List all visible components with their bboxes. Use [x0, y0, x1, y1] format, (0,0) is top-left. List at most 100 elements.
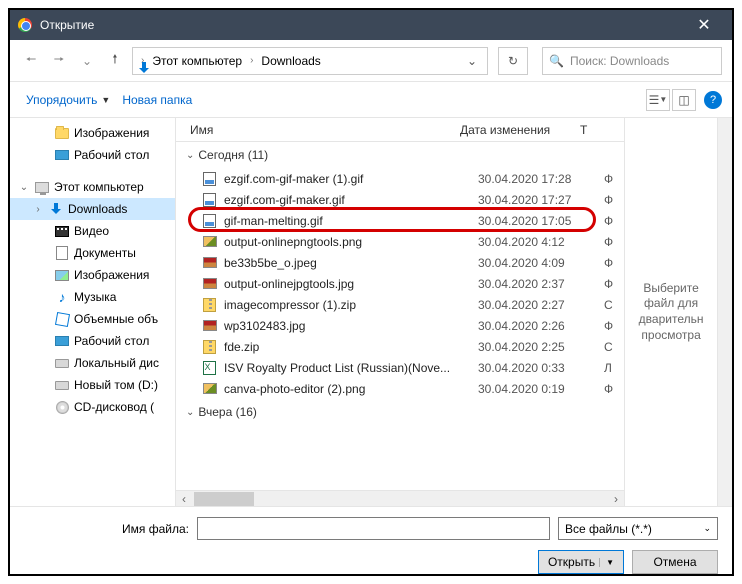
video-icon [54, 223, 70, 239]
file-area: Имя Дата изменения Т ⌄Сегодня (11)ezgif.… [176, 118, 624, 506]
sidebar-item[interactable]: Объемные объ [10, 308, 175, 330]
cancel-button[interactable]: Отмена [632, 550, 718, 574]
back-button[interactable]: 🠔 [20, 50, 42, 72]
sidebar-item[interactable]: ⌄ Этот компьютер [10, 176, 175, 198]
file-type: С [604, 340, 624, 354]
nav-row: 🠔 🠖 ⌄ 🠕 › Этот компьютер › Downloads ⌄ ↻… [10, 40, 732, 82]
file-row[interactable]: imagecompressor (1).zip30.04.2020 2:27С [180, 294, 624, 315]
split-dropdown-icon: ▼ [599, 558, 614, 567]
view-mode-button[interactable]: ☰ ▼ [646, 89, 670, 111]
address-dropdown[interactable]: ⌄ [461, 48, 483, 74]
expand-icon[interactable]: ⌄ [18, 182, 30, 193]
expand-icon[interactable]: › [32, 204, 44, 215]
zip-file-icon [202, 339, 218, 355]
forward-button[interactable]: 🠖 [48, 50, 70, 72]
file-type: Ф [604, 172, 624, 186]
sidebar-item[interactable]: Новый том (D:) [10, 374, 175, 396]
folder-icon [54, 125, 70, 141]
sidebar-item[interactable]: Локальный дис [10, 352, 175, 374]
sidebar-item-label: Рабочий стол [74, 334, 149, 348]
group-header[interactable]: ⌄ Вчера (16) [180, 399, 624, 425]
cd-icon [54, 399, 70, 415]
file-name: imagecompressor (1).zip [224, 298, 472, 312]
file-type-filter[interactable]: Все файлы (*.*) ⌄ [558, 517, 718, 540]
organize-label: Упорядочить [26, 93, 97, 107]
file-type: Ф [604, 382, 624, 396]
file-row[interactable]: ezgif.com-gif-maker.gif30.04.2020 17:27Ф [180, 189, 624, 210]
file-date: 30.04.2020 4:09 [478, 256, 598, 270]
scroll-left-icon[interactable]: ‹ [176, 492, 192, 506]
search-input[interactable]: 🔍 Поиск: Downloads [542, 47, 722, 75]
file-row[interactable]: ezgif.com-gif-maker (1).gif30.04.2020 17… [180, 168, 624, 189]
search-placeholder: Поиск: Downloads [570, 54, 669, 68]
sidebar-item[interactable]: Изображения [10, 122, 175, 144]
open-label: Открыть [548, 555, 595, 569]
col-type[interactable]: Т [580, 123, 610, 137]
jpg-file-icon [202, 318, 218, 334]
sidebar-item[interactable]: ♪Музыка [10, 286, 175, 308]
file-list[interactable]: ⌄Сегодня (11)ezgif.com-gif-maker (1).gif… [176, 142, 624, 490]
sidebar-item-label: Объемные объ [74, 312, 158, 326]
sidebar-item[interactable]: Видео [10, 220, 175, 242]
sidebar-item[interactable]: Рабочий стол [10, 144, 175, 166]
up-button[interactable]: 🠕 [104, 50, 126, 72]
filename-input[interactable] [197, 517, 550, 540]
breadcrumb-folder[interactable]: Downloads [257, 52, 324, 70]
file-row[interactable]: ISV Royalty Product List (Russian)(Nove.… [180, 357, 624, 378]
file-row[interactable]: wp3102483.jpg30.04.2020 2:26Ф [180, 315, 624, 336]
jpg-file-icon [202, 276, 218, 292]
file-name: wp3102483.jpg [224, 319, 472, 333]
group-label: Вчера (16) [198, 405, 257, 419]
window-title: Открытие [40, 18, 684, 32]
file-name: be33b5be_o.jpeg [224, 256, 472, 270]
pc-icon [34, 179, 50, 195]
file-type: Ф [604, 256, 624, 270]
music-icon: ♪ [54, 289, 70, 305]
file-row[interactable]: fde.zip30.04.2020 2:25С [180, 336, 624, 357]
refresh-button[interactable]: ↻ [498, 47, 528, 75]
doc-icon [54, 245, 70, 261]
horizontal-scrollbar[interactable]: ‹ › [176, 490, 624, 506]
sidebar-item[interactable]: CD-дисковод ( [10, 396, 175, 418]
scroll-right-icon[interactable]: › [608, 492, 624, 506]
file-row[interactable]: gif-man-melting.gif30.04.2020 17:05Ф [180, 210, 624, 231]
new-folder-button[interactable]: Новая папка [116, 89, 198, 111]
file-type: Л [604, 361, 624, 375]
file-date: 30.04.2020 0:33 [478, 361, 598, 375]
xls-file-icon [202, 360, 218, 376]
drive-icon [54, 355, 70, 371]
vertical-scrollbar[interactable] [717, 118, 732, 506]
file-date: 30.04.2020 2:37 [478, 277, 598, 291]
group-header[interactable]: ⌄Сегодня (11) [180, 142, 624, 168]
file-name: ISV Royalty Product List (Russian)(Nove.… [224, 361, 472, 375]
file-name: output-onlinejpgtools.jpg [224, 277, 472, 291]
sidebar-item[interactable]: Рабочий стол [10, 330, 175, 352]
file-date: 30.04.2020 17:28 [478, 172, 598, 186]
file-row[interactable]: canva-photo-editor (2).png30.04.2020 0:1… [180, 378, 624, 399]
breadcrumb-pc[interactable]: Этот компьютер [148, 52, 246, 70]
file-name: canva-photo-editor (2).png [224, 382, 472, 396]
col-name[interactable]: Имя [190, 123, 460, 137]
file-row[interactable]: output-onlinejpgtools.jpg 30.04.2020 2:37… [180, 273, 624, 294]
open-button[interactable]: Открыть ▼ [538, 550, 624, 574]
preview-pane-button[interactable]: ◫ [672, 89, 696, 111]
sidebar-item[interactable]: Изображения [10, 264, 175, 286]
chevron-down-icon: ⌄ [703, 523, 711, 534]
organize-button[interactable]: Упорядочить ▼ [20, 89, 116, 111]
chevron-right-icon: › [248, 55, 255, 66]
sidebar-item[interactable]: Документы [10, 242, 175, 264]
recent-dropdown[interactable]: ⌄ [76, 50, 98, 72]
col-date[interactable]: Дата изменения [460, 123, 580, 137]
chevron-down-icon: ⌄ [186, 407, 194, 418]
chevron-down-icon: ⌄ [186, 150, 194, 161]
help-button[interactable]: ? [704, 91, 722, 109]
address-bar[interactable]: › Этот компьютер › Downloads ⌄ [132, 47, 488, 75]
sidebar-item[interactable]: ›Downloads [10, 198, 175, 220]
scroll-thumb[interactable] [194, 492, 254, 506]
file-row[interactable]: output-onlinepngtools.png30.04.2020 4:12… [180, 231, 624, 252]
zip-file-icon [202, 297, 218, 313]
close-button[interactable]: ✕ [684, 15, 724, 35]
sidebar-item-label: Этот компьютер [54, 180, 144, 194]
file-row[interactable]: be33b5be_o.jpeg 30.04.2020 4:09 Ф [180, 252, 624, 273]
gif-file-icon [202, 192, 218, 208]
